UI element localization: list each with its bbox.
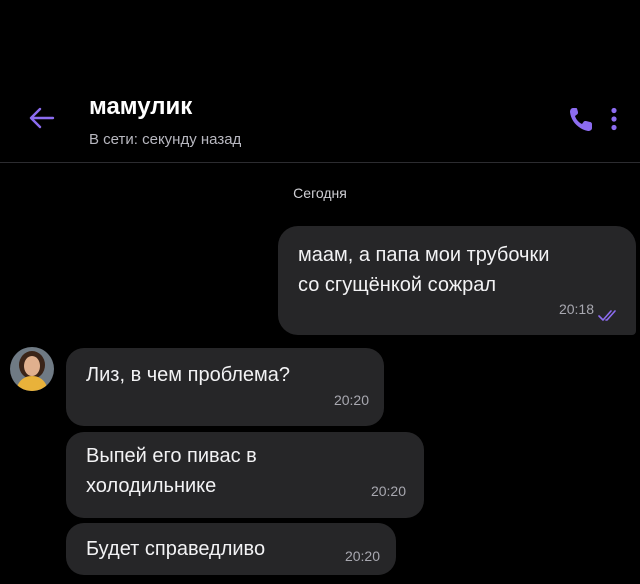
message-line: холодильнике <box>86 475 217 497</box>
message-text: Лиз, в чем проблема? <box>86 360 290 390</box>
chat-header: мамулик В сети: секунду назад <box>0 0 640 163</box>
message-line: со сгущёнкой сожрал <box>298 274 497 296</box>
message-incoming[interactable]: Будет справедливо 20:20 <box>66 523 396 575</box>
date-separator: Сегодня <box>293 185 347 201</box>
phone-icon[interactable] <box>568 105 594 133</box>
contact-status: В сети: секунду назад <box>89 131 242 148</box>
message-outgoing[interactable]: маам, а папа мои трубочки со сгущёнкой с… <box>278 226 636 335</box>
arrow-left-icon[interactable] <box>28 104 56 132</box>
more-vertical-icon[interactable] <box>610 107 618 131</box>
message-incoming[interactable]: Выпей его пивас в холодильнике 20:20 <box>66 432 424 518</box>
message-time: 20:20 <box>370 483 406 499</box>
contact-name[interactable]: мамулик <box>89 93 192 121</box>
message-time: 20:20 <box>333 392 369 408</box>
message-line: Лиз, в чем проблема? <box>86 364 291 386</box>
header-divider <box>0 162 640 163</box>
message-line: маам, а папа мои трубочки <box>298 244 550 266</box>
message-line: Будет справедливо <box>86 538 266 560</box>
message-time: 20:20 <box>344 548 380 564</box>
avatar[interactable] <box>10 347 54 391</box>
message-line: Выпей его пивас в <box>86 445 257 467</box>
message-incoming[interactable]: Лиз, в чем проблема? 20:20 <box>66 348 384 426</box>
double-check-icon <box>598 310 616 321</box>
message-text: Будет справедливо <box>86 534 265 564</box>
message-time: 20:18 <box>558 301 594 317</box>
message-text: маам, а папа мои трубочки со сгущёнкой с… <box>298 240 549 300</box>
message-text: Выпей его пивас в холодильнике <box>86 441 257 501</box>
